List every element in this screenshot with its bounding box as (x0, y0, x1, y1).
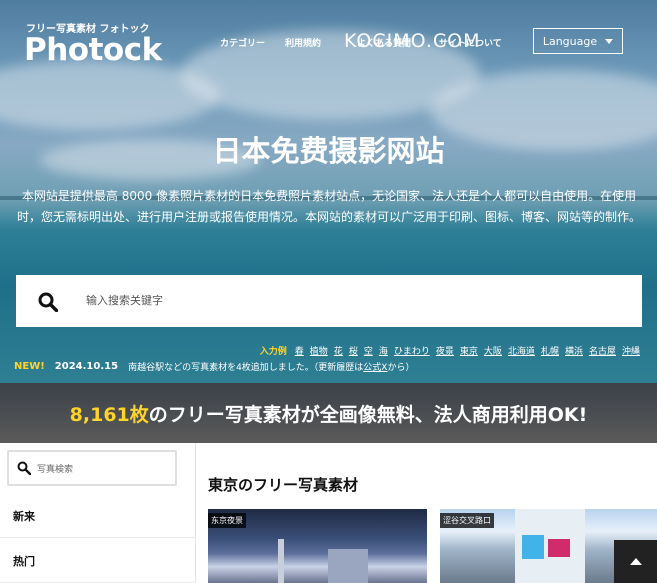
photo-billboard (548, 539, 570, 557)
keyword-link[interactable]: 横浜 (565, 344, 583, 357)
search-icon[interactable] (38, 292, 58, 312)
language-button[interactable]: Language (533, 28, 623, 54)
keyword-link[interactable]: 春 (295, 344, 304, 357)
keyword-link[interactable]: 北海道 (508, 344, 535, 357)
sidebar-search-box (7, 450, 177, 486)
hero-section: フリー写真素材 フォトック Photock カテゴリー 利用規約 よくある質問 … (0, 0, 657, 383)
hero-title: 日本免费摄影网站 (212, 134, 445, 168)
keyword-link[interactable]: 植物 (310, 344, 328, 357)
photo-skyline (278, 539, 284, 583)
news-text: 南越谷駅などの写真素材を4枚追加しました。（更新履歴は公式Xから） (128, 360, 414, 373)
news-date: 2024.10.15 (54, 361, 119, 372)
news-badge: NEW! (14, 361, 45, 372)
language-label: Language (542, 34, 598, 48)
keyword-link[interactable]: 花 (334, 344, 343, 357)
keyword-link[interactable]: ひまわり (394, 344, 430, 357)
keyword-link[interactable]: 名古屋 (589, 344, 616, 357)
banner-message: のフリー写真素材が全画像無料、法人商用利用OK! (148, 403, 588, 426)
keyword-link[interactable]: 桜 (349, 344, 358, 357)
photo-skyline (328, 549, 368, 583)
section-title: 東京のフリー写真素材 (208, 476, 359, 494)
banner-text: 8,161枚のフリー写真素材が全画像無料、法人商用利用OK! (70, 400, 588, 427)
news-link-x[interactable]: 公式X (363, 363, 387, 373)
keyword-link[interactable]: 空 (364, 344, 373, 357)
keyword-link[interactable]: 沖縄 (622, 344, 640, 357)
photo-label: 东京夜景 (208, 513, 246, 528)
news-bar: NEW! 2024.10.15 南越谷駅などの写真素材を4枚追加しました。（更新… (14, 360, 414, 373)
hero-description: 本网站是提供最高 8000 像素照片素材的日本免费照片素材站点，无论国家、法人还… (16, 189, 641, 224)
news-suffix: から） (387, 363, 415, 373)
photo-billboard (522, 535, 544, 559)
hero-search-input[interactable] (86, 291, 626, 311)
keyword-link[interactable]: 海 (379, 344, 388, 357)
hero-search-box (16, 275, 642, 327)
back-to-top-button[interactable] (614, 540, 657, 583)
keyword-link[interactable]: 大阪 (484, 344, 502, 357)
nav-item-terms[interactable]: 利用規約 (285, 36, 321, 49)
search-icon[interactable] (17, 461, 31, 475)
news-message: 南越谷駅などの写真素材を4枚追加しました。（更新履歴は (128, 363, 364, 373)
sidebar-item-new[interactable]: 新来 (0, 494, 196, 538)
watermark-overlay: KOCIMO.COM (344, 30, 481, 52)
site-logo[interactable]: Photock (24, 32, 162, 68)
sidebar-search-input[interactable] (37, 460, 167, 478)
keyword-link[interactable]: 夜景 (436, 344, 454, 357)
arrow-up-icon (629, 558, 642, 565)
promo-banner: 8,161枚のフリー写真素材が全画像無料、法人商用利用OK! (0, 383, 657, 443)
keyword-link[interactable]: 札幌 (541, 344, 559, 357)
nav-item-category[interactable]: カテゴリー (220, 36, 265, 49)
banner-count: 8,161枚 (69, 403, 149, 426)
photo-label: 涩谷交叉路口 (440, 513, 494, 528)
sidebar-item-popular[interactable]: 热门 (0, 539, 196, 583)
sidebar: 新来 热门 (0, 443, 196, 583)
keyword-link[interactable]: 東京 (460, 344, 478, 357)
keyword-examples: 入力例 春 植物 花 桜 空 海 ひまわり 夜景 東京 大阪 北海道 札幌 横浜… (260, 344, 640, 357)
keyword-label: 入力例 (259, 347, 287, 357)
photo-card[interactable]: 东京夜景 (208, 509, 427, 583)
caret-down-icon (605, 38, 614, 44)
